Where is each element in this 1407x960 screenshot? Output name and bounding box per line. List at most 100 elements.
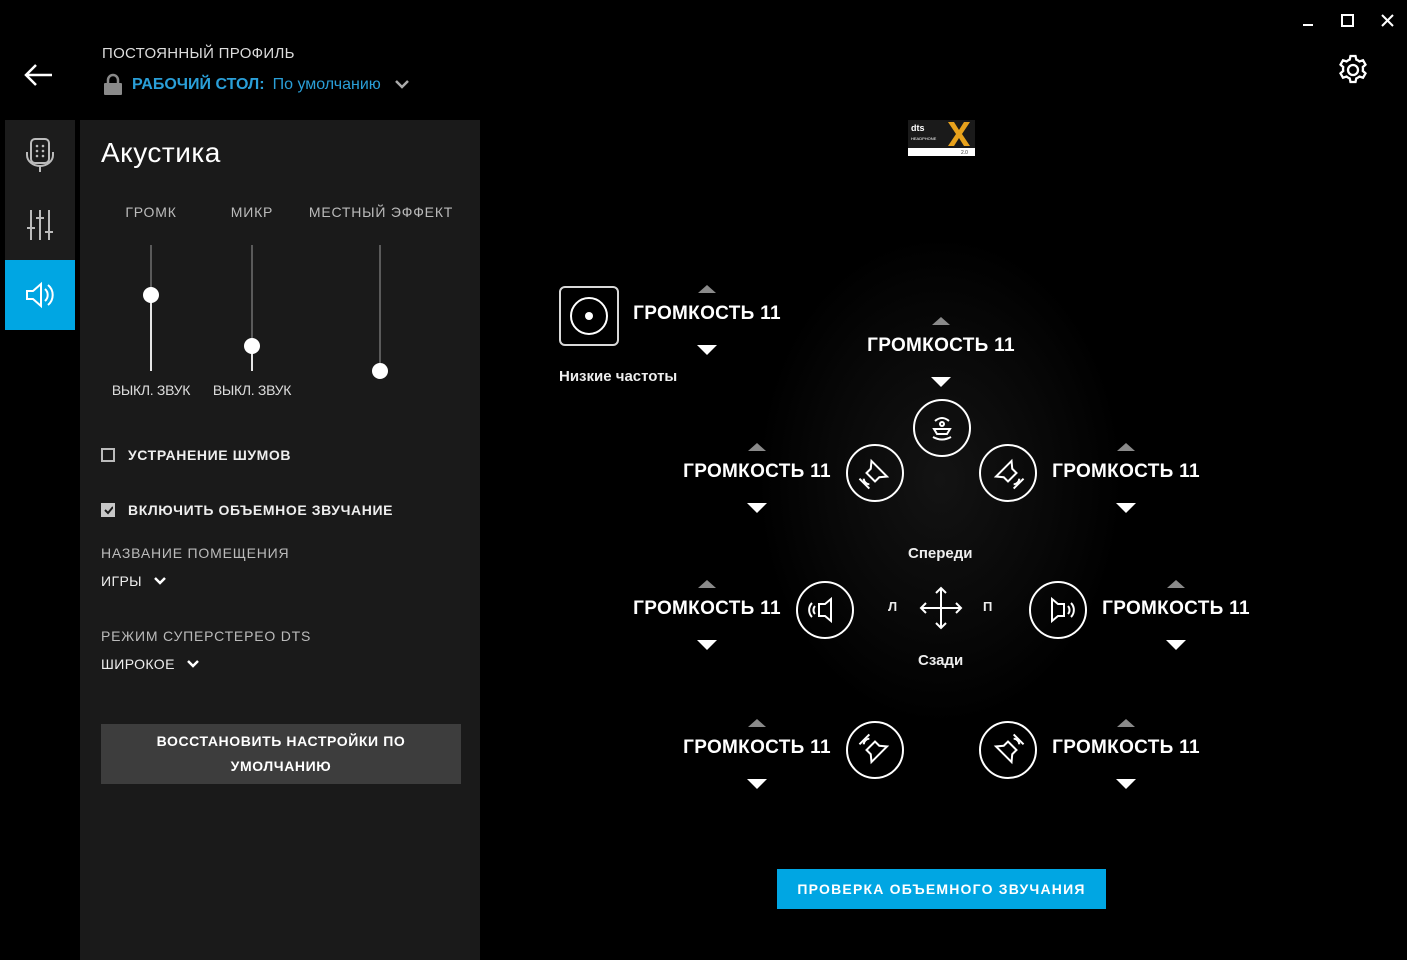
front-left-volume-down[interactable] <box>747 503 767 513</box>
reset-label: ВОССТАНОВИТЬ НАСТРОЙКИ ПО УМОЛЧАНИЮ <box>156 733 406 774</box>
bass-label: Низкие частоты <box>559 368 678 385</box>
front-left-volume-up[interactable] <box>748 443 766 451</box>
rear-left-volume-down[interactable] <box>747 779 767 789</box>
svg-text:HEADPHONE: HEADPHONE <box>911 136 937 141</box>
room-dropdown[interactable]: ИГРЫ <box>101 573 168 589</box>
slider-thumb[interactable] <box>143 287 159 304</box>
surround-test-button[interactable]: ПРОВЕРКА ОБЪЕМНОГО ЗВУЧАНИЯ <box>777 869 1106 909</box>
noise-cancel-box[interactable] <box>101 448 115 462</box>
rear-left-volume-up[interactable] <box>748 719 766 727</box>
bass-volume-value: ГРОМКОСТЬ 11 <box>633 303 781 324</box>
front-left-speaker-icon <box>858 458 890 490</box>
stereo-dropdown[interactable]: ШИРОКОЕ <box>101 656 201 672</box>
center-volume-down[interactable] <box>931 377 951 387</box>
surround-test-label: ПРОВЕРКА ОБЪЕМНОГО ЗВУЧАНИЯ <box>797 881 1086 897</box>
profile-value: По умолчанию <box>272 76 381 93</box>
side-right-volume: ГРОМКОСТЬ 11 <box>1096 580 1256 650</box>
slider-track[interactable] <box>379 245 381 371</box>
subwoofer-icon <box>570 297 608 335</box>
reset-defaults-button[interactable]: ВОССТАНОВИТЬ НАСТРОЙКИ ПО УМОЛЧАНИЮ <box>101 724 461 784</box>
surround-label: ВКЛЮЧИТЬ ОБЪЕМНОЕ ЗВУЧАНИЕ <box>128 502 394 518</box>
side-left-volume-down[interactable] <box>697 640 717 650</box>
close-icon <box>1381 14 1394 27</box>
slider-fill <box>150 295 152 371</box>
rear-right-volume-value: ГРОМКОСТЬ 11 <box>1052 737 1200 758</box>
profile-selector[interactable]: РАБОЧИЙ СТОЛ: По умолчанию <box>102 72 411 98</box>
bass-volume: ГРОМКОСТЬ 11 <box>627 285 787 355</box>
side-right-volume-value: ГРОМКОСТЬ 11 <box>1102 598 1250 619</box>
surround-checkbox[interactable]: ВКЛЮЧИТЬ ОБЪЕМНОЕ ЗВУЧАНИЕ <box>101 502 393 518</box>
maximize-button[interactable] <box>1337 10 1359 32</box>
front-direction-label: Спереди <box>908 545 973 562</box>
side-right-speaker-icon <box>1051 596 1075 624</box>
left-direction-label: Л <box>888 599 898 614</box>
rear-right-speaker-icon <box>993 733 1025 765</box>
microphone-device-icon <box>26 138 54 172</box>
side-right-volume-up[interactable] <box>1167 580 1185 588</box>
surround-box[interactable] <box>101 503 115 517</box>
noise-cancel-checkbox[interactable]: УСТРАНЕНИЕ ШУМОВ <box>101 447 291 463</box>
side-right-volume-down[interactable] <box>1166 640 1186 650</box>
bass-volume-up[interactable] <box>698 285 716 293</box>
speaker-icon <box>26 281 54 309</box>
slider-thumb[interactable] <box>372 363 388 379</box>
svg-text:2.0: 2.0 <box>961 150 968 156</box>
settings-button[interactable] <box>1336 53 1370 87</box>
minimize-button[interactable] <box>1297 10 1319 32</box>
room-value: ИГРЫ <box>101 573 142 589</box>
dts-headphone-x-logo: dts HEADPHONE 2.0 <box>908 120 975 156</box>
front-right-volume-value: ГРОМКОСТЬ 11 <box>1052 461 1200 482</box>
center-volume-value: ГРОМКОСТЬ 11 <box>867 335 1015 356</box>
acoustics-panel: Акустика ГРОМК МИКР МЕСТНЫЙ ЭФФЕКТ ВЫКЛ.… <box>80 120 480 960</box>
svg-text:dts: dts <box>911 123 925 133</box>
slider-thumb[interactable] <box>244 337 260 354</box>
side-right-speaker-button[interactable] <box>1029 581 1087 639</box>
front-right-volume-up[interactable] <box>1117 443 1135 451</box>
front-right-volume: ГРОМКОСТЬ 11 <box>1046 443 1206 513</box>
back-arrow-icon <box>24 64 52 86</box>
mic-mute-label: ВЫКЛ. ЗВУК <box>212 382 292 398</box>
checkmark-icon <box>104 506 113 515</box>
room-name-label: НАЗВАНИЕ ПОМЕЩЕНИЯ <box>101 545 290 561</box>
center-speaker-icon <box>932 417 952 441</box>
volume-mute-label: ВЫКЛ. ЗВУК <box>111 382 191 398</box>
profile-key: РАБОЧИЙ СТОЛ: <box>132 76 265 93</box>
center-speaker-button[interactable] <box>913 399 971 457</box>
rear-right-volume: ГРОМКОСТЬ 11 <box>1046 719 1206 789</box>
side-left-volume-value: ГРОМКОСТЬ 11 <box>633 598 781 619</box>
minimize-icon <box>1303 24 1313 26</box>
center-volume-up[interactable] <box>932 317 950 325</box>
subwoofer-button[interactable] <box>559 286 619 346</box>
side-left-speaker-icon <box>808 596 832 624</box>
side-left-speaker-button[interactable] <box>796 581 854 639</box>
rear-left-speaker-button[interactable] <box>846 721 904 779</box>
front-right-volume-down[interactable] <box>1116 503 1136 513</box>
nav-microphone-device[interactable] <box>5 120 75 190</box>
rear-right-volume-up[interactable] <box>1117 719 1135 727</box>
noise-cancel-label: УСТРАНЕНИЕ ШУМОВ <box>128 447 292 463</box>
side-left-volume-up[interactable] <box>698 580 716 588</box>
side-nav <box>5 120 75 330</box>
stereo-mode-label: РЕЖИМ СУПЕРСТЕРЕО DTS <box>101 628 312 644</box>
front-right-speaker-button[interactable] <box>979 444 1037 502</box>
nav-acoustics[interactable] <box>5 260 75 330</box>
bass-volume-down[interactable] <box>697 345 717 355</box>
side-left-volume: ГРОМКОСТЬ 11 <box>627 580 787 650</box>
rear-right-speaker-button[interactable] <box>979 721 1037 779</box>
move-arrows-icon <box>919 586 963 630</box>
panel-title: Акустика <box>101 137 221 168</box>
close-button[interactable] <box>1377 10 1399 32</box>
back-button[interactable] <box>22 60 56 90</box>
rear-left-volume-value: ГРОМКОСТЬ 11 <box>683 737 831 758</box>
rear-left-volume: ГРОМКОСТЬ 11 <box>677 719 837 789</box>
position-move-handle[interactable] <box>918 585 964 631</box>
lock-icon <box>104 73 122 95</box>
center-volume: ГРОМКОСТЬ 11 <box>861 317 1021 387</box>
maximize-icon <box>1341 14 1354 27</box>
rear-right-volume-down[interactable] <box>1116 779 1136 789</box>
front-left-speaker-button[interactable] <box>846 444 904 502</box>
volume-slider-label: ГРОМК <box>125 204 177 220</box>
front-right-speaker-icon <box>993 458 1025 490</box>
gear-icon <box>1339 54 1367 84</box>
nav-equalizer[interactable] <box>5 190 75 260</box>
